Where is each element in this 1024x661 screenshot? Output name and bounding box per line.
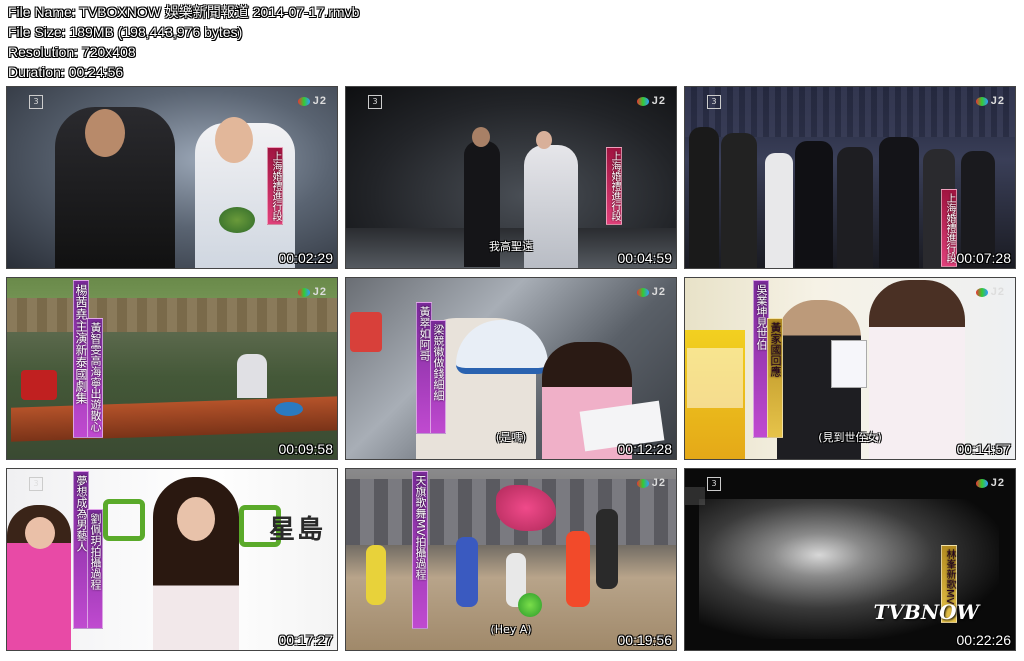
thumbnail-8[interactable]: 天旗歌舞MV拍攝過程 J2 (Hey A) 00:19:56 <box>345 468 677 651</box>
timestamp: 00:04:59 <box>617 250 673 266</box>
file-size: File Size: 189MB (198,443,976 bytes) <box>8 24 243 40</box>
caption-banner: 黃家國回應 <box>767 318 783 438</box>
subtitle: (是嗎) <box>495 431 527 444</box>
channel-icon: 3 <box>707 95 721 109</box>
subtitle: 我高聖遠 <box>489 240 533 253</box>
caption-banner: 梁競徽做錢細細 <box>430 320 446 434</box>
caption-banner: 上海婚禮進行段 <box>267 147 283 225</box>
thumbnail-5[interactable]: 黃翠如阿哥 梁競徽做錢細細 J2 (是嗎) 00:12:28 <box>345 277 677 460</box>
network-logo: J2 <box>297 286 327 298</box>
caption-banner: 劉佩玥拍攝過程 <box>87 509 103 629</box>
thumbnail-3[interactable]: 上海婚禮進行段 3 J2 00:07:28 <box>684 86 1016 269</box>
channel-icon: 3 <box>368 95 382 109</box>
caption-banner: 黃智雯高海寧出遊散心 <box>87 318 103 438</box>
timestamp: 00:14:57 <box>956 441 1012 457</box>
network-logo: J2 <box>636 286 666 298</box>
network-logo: J2 <box>975 286 1005 298</box>
network-logo: J2 <box>297 95 327 107</box>
channel-icon: 3 <box>29 95 43 109</box>
network-logo: J2 <box>636 477 666 489</box>
timestamp: 00:19:56 <box>617 632 673 648</box>
timestamp: 00:17:27 <box>278 632 334 648</box>
timestamp: 00:12:28 <box>617 441 673 457</box>
resolution: Resolution: 720x408 <box>8 44 136 60</box>
thumbnail-4[interactable]: 楊茜堯主演新泰國劇集 黃智雯高海寧出遊散心 J2 00:09:58 <box>6 277 338 460</box>
file-name: File Name: TVBOXNOW 娛樂新聞報道 2014-07-17.rm… <box>8 4 360 20</box>
channel-icon: 3 <box>29 477 43 491</box>
network-logo: J2 <box>975 95 1005 107</box>
thumbnail-6[interactable]: 吳業坤見世伯 黃家國回應 J2 (見到世侄女) 00:14:57 <box>684 277 1016 460</box>
duration: Duration: 00:24:56 <box>8 64 124 80</box>
thumbnail-2[interactable]: 上海婚禮進行段 3 J2 我高聖遠 00:04:59 <box>345 86 677 269</box>
thumbnail-1[interactable]: 上海婚禮進行段 3 J2 00:02:29 <box>6 86 338 269</box>
timestamp: 00:02:29 <box>278 250 334 266</box>
caption-banner: 上海婚禮進行段 <box>606 147 622 225</box>
file-info: File Name: TVBOXNOW 娛樂新聞報道 2014-07-17.rm… <box>8 2 359 82</box>
subtitle: (Hey A) <box>490 623 532 636</box>
thumbnail-9[interactable]: 林峯新歌MV 3 J2 TVBNOW 00:22:26 <box>684 468 1016 651</box>
thumbnail-7[interactable]: 星島 夢想成為男藝人 劉佩玥拍攝過程 3 00:17:27 <box>6 468 338 651</box>
caption-banner: 上海婚禮進行段 <box>941 189 957 267</box>
network-logo: J2 <box>975 477 1005 489</box>
network-logo: J2 <box>636 95 666 107</box>
store-sign: 星島 <box>269 515 326 545</box>
timestamp: 00:09:58 <box>278 441 334 457</box>
timestamp: 00:07:28 <box>956 250 1012 266</box>
caption-banner: 天旗歌舞MV拍攝過程 <box>412 471 428 629</box>
channel-icon: 3 <box>707 477 721 491</box>
timestamp: 00:22:26 <box>956 632 1012 648</box>
subtitle: (見到世侄女) <box>818 431 882 444</box>
watermark-logo: TVBNOW <box>873 600 979 624</box>
